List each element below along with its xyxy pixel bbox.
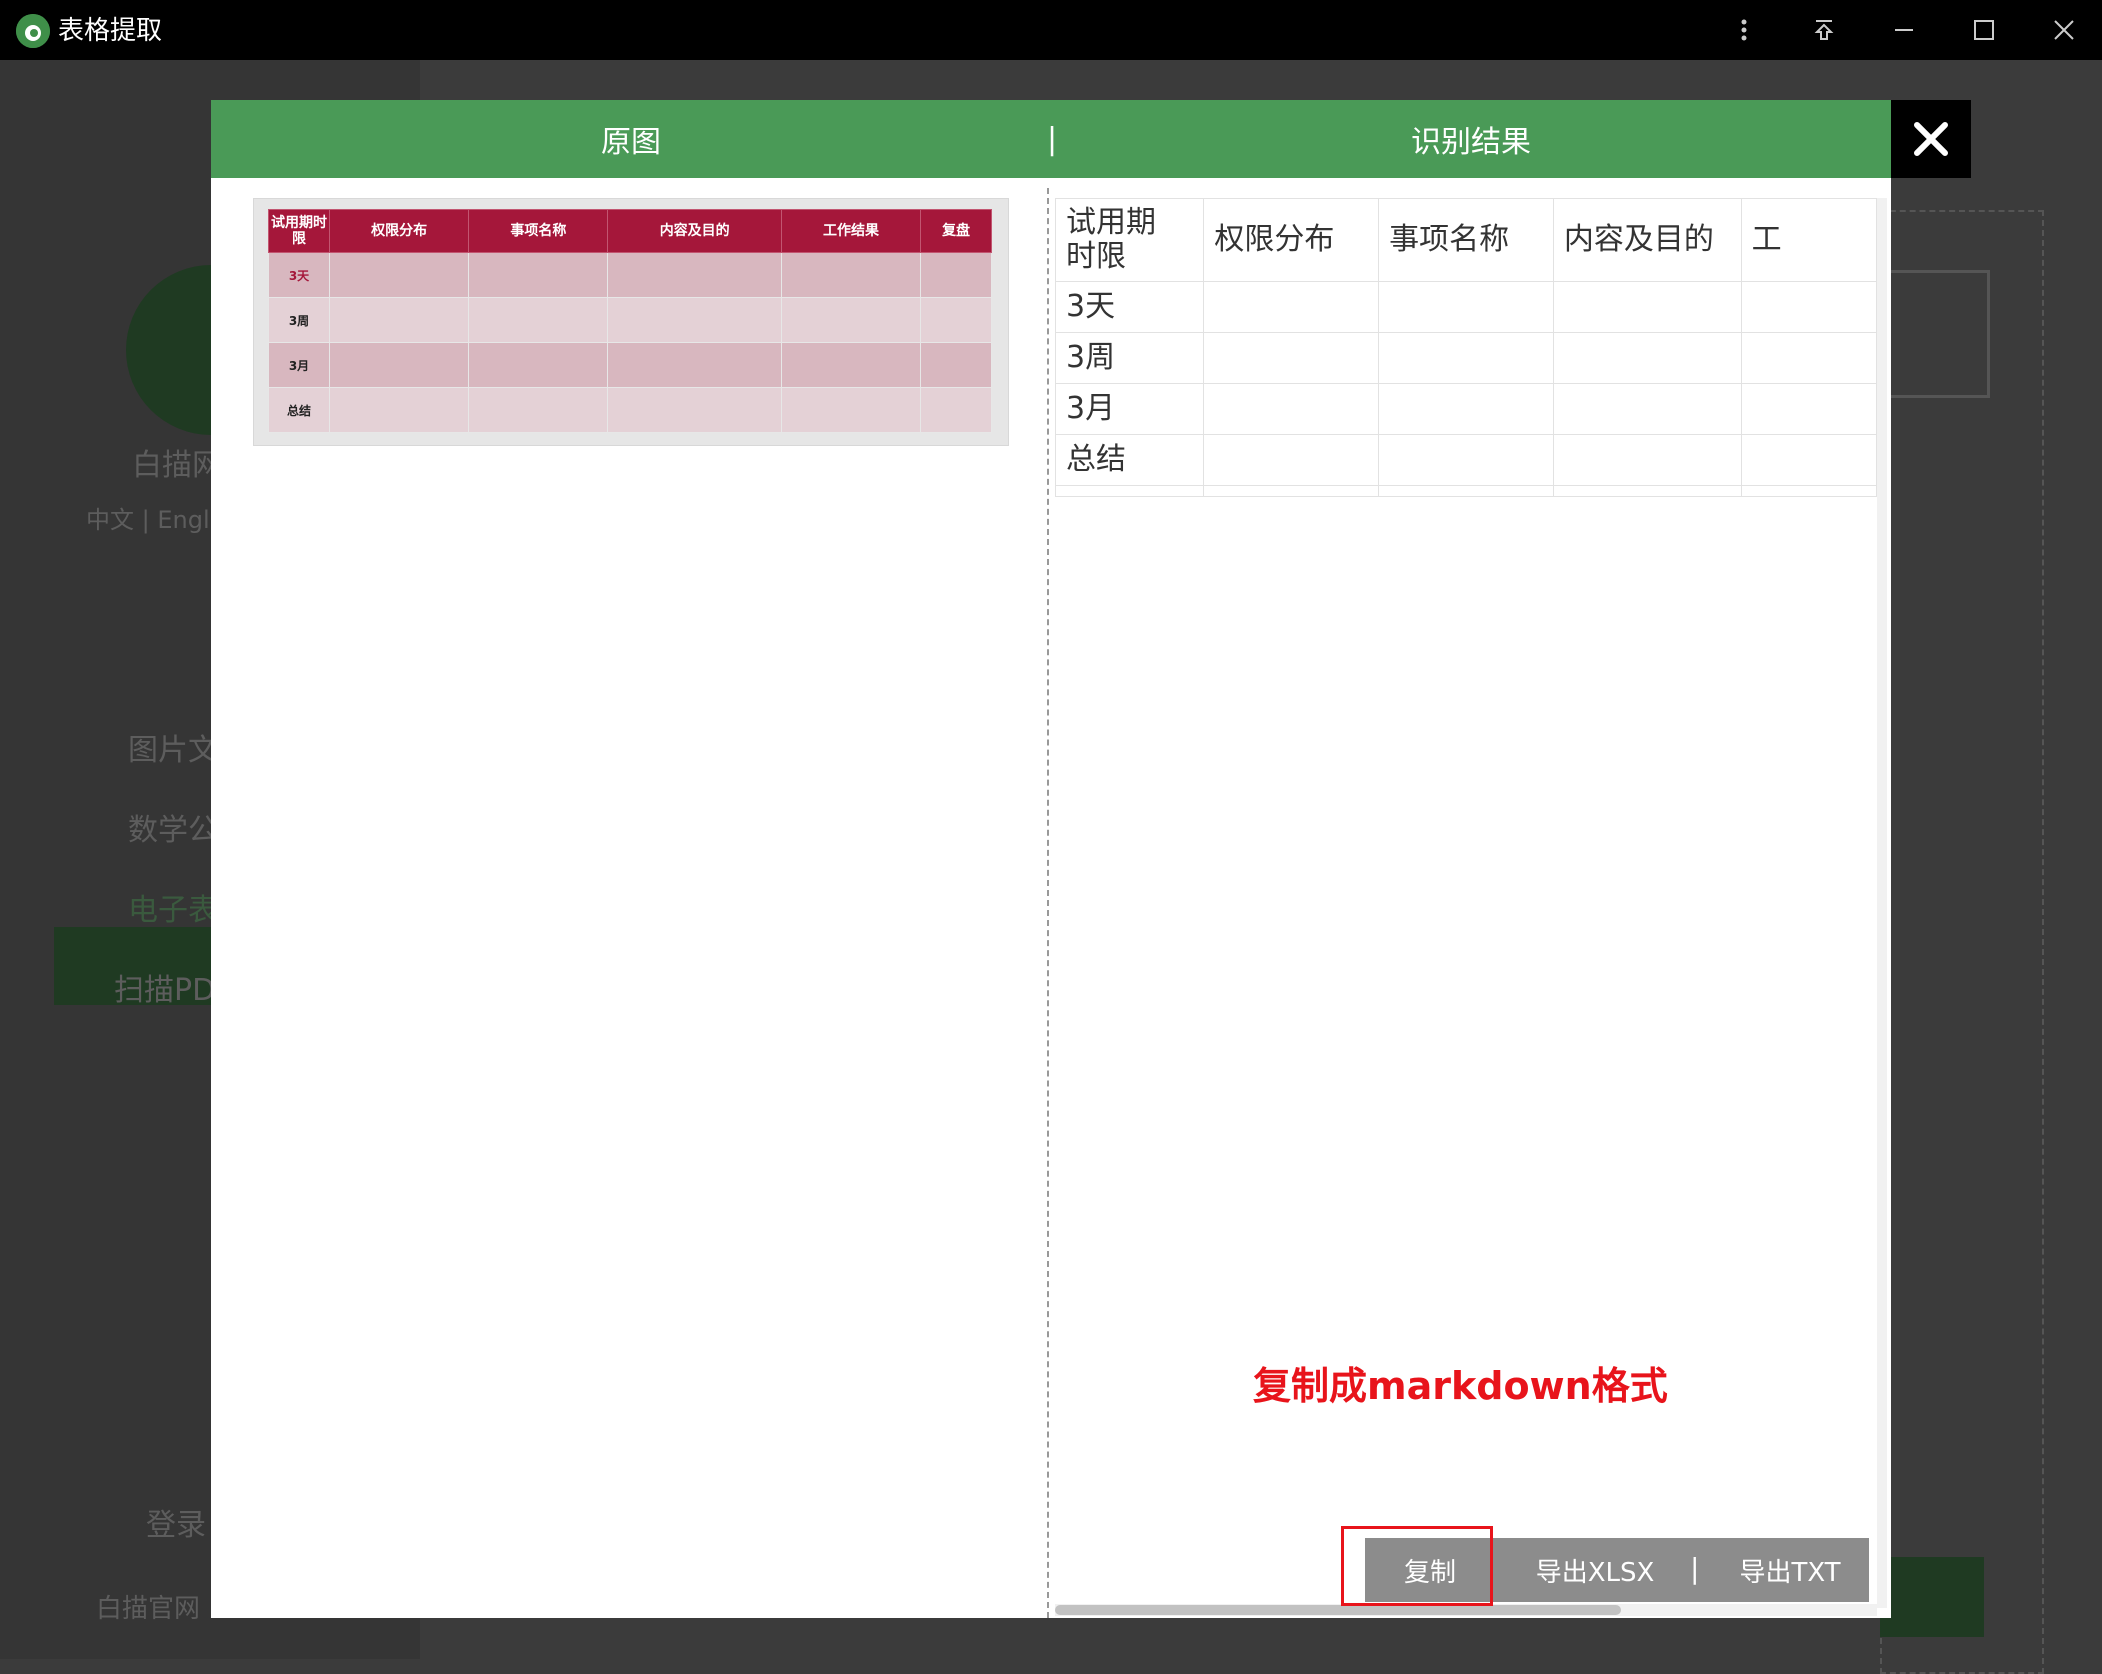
sidebar-item-spreadsheet[interactable]: 电子表: [128, 885, 218, 929]
tab-original[interactable]: 原图: [211, 100, 1051, 178]
sidebar-item-scan-pdf[interactable]: 扫描PD: [114, 965, 215, 1009]
result-header-cell: 工: [1740, 198, 1877, 282]
orig-row-label: 3周: [268, 297, 330, 343]
orig-row: 总结: [268, 387, 992, 433]
orig-header-cell: 工作结果: [780, 209, 922, 253]
language-switch[interactable]: 中文 | Engli: [86, 500, 216, 535]
brand-name: 白描网: [132, 448, 222, 483]
result-row-label: 总结: [1055, 434, 1205, 486]
result-row-label: 3周: [1055, 332, 1205, 384]
original-image: 试用期时限 权限分布 事项名称 内容及目的 工作结果 复盘 3天 3周 3月 总…: [253, 198, 1009, 446]
window-title: 表格提取: [58, 16, 163, 46]
window-close-icon[interactable]: [2042, 10, 2086, 50]
result-row: 3月: [1055, 383, 1877, 435]
result-row: 3周: [1055, 332, 1877, 384]
orig-header-cell: 内容及目的: [607, 209, 782, 253]
minimize-icon[interactable]: [1882, 10, 1926, 50]
annotation-text: 复制成markdown格式: [1253, 1364, 1668, 1408]
app-logo-icon: [16, 14, 50, 48]
export-txt-button[interactable]: 导出TXT: [1715, 1538, 1865, 1602]
original-table: 试用期时限 权限分布 事项名称 内容及目的 工作结果 复盘 3天 3周 3月 总…: [268, 209, 992, 433]
orig-header-cell: 试用期时限: [268, 209, 330, 253]
result-table-container[interactable]: 试用期 时限 权限分布 事项名称 内容及目的 工 3天 3周 3月 总结: [1055, 198, 1877, 508]
action-separator: |: [1690, 1552, 1700, 1585]
export-xlsx-button[interactable]: 导出XLSX: [1515, 1538, 1675, 1602]
background-panel: [1880, 270, 1990, 398]
pin-top-icon[interactable]: [1802, 10, 1846, 50]
annotation-highlight-box: [1341, 1526, 1493, 1606]
orig-header-cell: 复盘: [920, 209, 992, 253]
orig-row: 3周: [268, 297, 992, 343]
orig-row: 3天: [268, 252, 992, 298]
orig-header-cell: 事项名称: [468, 209, 609, 253]
result-row: 3天: [1055, 281, 1877, 333]
drop-area: [1880, 210, 2044, 1674]
result-row-label: 3月: [1055, 383, 1205, 435]
pane-divider: [1047, 188, 1049, 1618]
orig-header-cell: 权限分布: [328, 209, 470, 253]
orig-row-label: 3天: [268, 252, 330, 298]
orig-row-label: 3月: [268, 342, 330, 388]
maximize-icon[interactable]: [1962, 10, 2006, 50]
result-header-cell: 试用期 时限: [1055, 198, 1205, 282]
result-row-label: 3天: [1055, 281, 1205, 333]
background-button: [1880, 1557, 1984, 1637]
result-header-cell: 内容及目的: [1552, 198, 1742, 282]
official-site-link[interactable]: 白描官网: [96, 1588, 200, 1625]
title-bar: 表格提取: [0, 0, 2102, 60]
result-header-row: 试用期 时限 权限分布 事项名称 内容及目的 工: [1055, 198, 1877, 282]
close-modal-button[interactable]: [1891, 100, 1971, 178]
result-header-cell: 事项名称: [1378, 198, 1554, 282]
sidebar-item-image-text[interactable]: 图片文: [128, 725, 218, 769]
horizontal-scroll-thumb[interactable]: [1055, 1605, 1621, 1615]
login-link[interactable]: 登录: [146, 1500, 206, 1544]
modal-header: 原图 | 识别结果: [211, 100, 1891, 178]
table-extract-modal: 原图 | 识别结果 试用期时限 权限分布 事项名称 内容及目的 工作结果 复盘 …: [211, 100, 1971, 1618]
tab-result-label: 识别结果: [1411, 125, 1531, 160]
result-header-cell: 权限分布: [1203, 198, 1380, 282]
sidebar-item-math[interactable]: 数学公: [128, 805, 218, 849]
vertical-scrollbar[interactable]: [1877, 198, 1887, 1608]
result-row: 总结: [1055, 434, 1877, 486]
close-icon: [1914, 122, 1948, 156]
result-table: 试用期 时限 权限分布 事项名称 内容及目的 工 3天 3周 3月 总结: [1055, 198, 1877, 497]
tab-result[interactable]: 识别结果: [1051, 100, 1891, 178]
orig-row-label: 总结: [268, 387, 330, 433]
orig-row: 3月: [268, 342, 992, 388]
tab-original-label: 原图: [601, 125, 661, 160]
more-menu-icon[interactable]: [1722, 10, 1766, 50]
result-row: [1055, 485, 1877, 497]
